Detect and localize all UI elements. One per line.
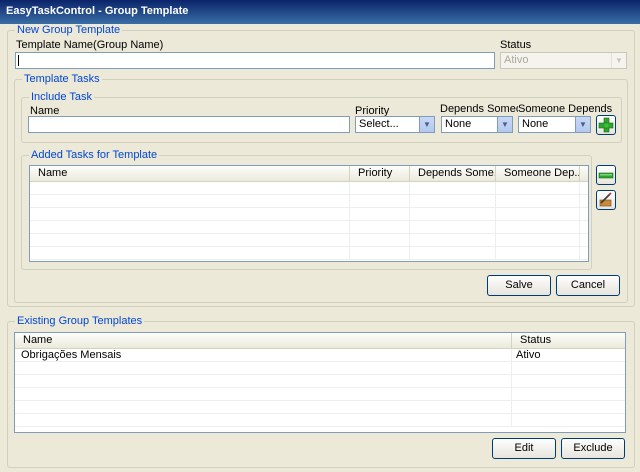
task-name-input[interactable] — [28, 116, 350, 133]
table-row — [30, 195, 588, 208]
table-row — [15, 388, 625, 401]
column-header-someone-depends[interactable]: Someone Dep... — [496, 166, 580, 181]
depends-someone-value: None — [445, 118, 472, 130]
priority-value: Select... — [359, 118, 399, 130]
add-icon — [598, 117, 614, 133]
dropdown-arrow-icon: ▼ — [611, 53, 626, 68]
existing-templates-header: Name Status — [15, 333, 625, 349]
template-tasks-legend: Template Tasks — [22, 73, 102, 85]
edit-button-label: Edit — [514, 442, 534, 454]
cancel-button[interactable]: Cancel — [556, 275, 620, 296]
column-header-status[interactable]: Status — [512, 333, 625, 348]
save-button[interactable]: Salve — [487, 275, 551, 296]
add-task-button[interactable] — [596, 115, 616, 135]
depends-someone-label: Depends Someone — [440, 103, 518, 115]
existing-group-templates-legend: Existing Group Templates — [15, 315, 145, 327]
group-template-window: EasyTaskControl - Group Template New Gro… — [0, 0, 640, 472]
new-group-template-legend: New Group Template — [15, 24, 123, 36]
dropdown-arrow-icon: ▼ — [575, 117, 590, 132]
someone-depends-value: None — [522, 118, 549, 130]
template-name-cell: Obrigações Mensais — [15, 349, 512, 361]
edit-task-button[interactable] — [596, 190, 616, 210]
table-row — [30, 247, 588, 260]
someone-depends-label: Someone Depends — [518, 103, 613, 115]
table-row[interactable]: Obrigações Mensais Ativo — [15, 349, 625, 362]
table-row — [30, 182, 588, 195]
dropdown-arrow-icon: ▼ — [419, 117, 434, 132]
status-dropdown[interactable]: Ativo ▼ — [500, 52, 627, 69]
template-status-cell: Ativo — [512, 349, 625, 361]
table-row — [30, 208, 588, 221]
template-name-label: Template Name(Group Name) — [16, 39, 164, 51]
priority-dropdown[interactable]: Select... ▼ — [355, 116, 435, 133]
table-row — [15, 414, 625, 427]
existing-templates-grid[interactable]: Name Status Obrigações Mensais Ativo — [14, 332, 626, 433]
exclude-button[interactable]: Exclude — [561, 438, 625, 459]
window-title: EasyTaskControl - Group Template — [6, 5, 189, 17]
added-tasks-grid[interactable]: Name Priority Depends Some... Someone De… — [29, 165, 589, 262]
edit-icon — [599, 192, 612, 207]
status-label: Status — [500, 39, 532, 51]
status-value: Ativo — [504, 54, 529, 66]
table-row — [30, 234, 588, 247]
column-header-name[interactable]: Name — [15, 333, 512, 348]
template-name-input[interactable] — [15, 52, 495, 69]
table-row — [30, 221, 588, 234]
title-bar[interactable]: EasyTaskControl - Group Template — [0, 0, 640, 24]
column-header-priority[interactable]: Priority — [350, 166, 410, 181]
remove-task-button[interactable] — [596, 165, 616, 185]
column-header-name[interactable]: Name — [30, 166, 350, 181]
table-row — [15, 375, 625, 388]
save-button-label: Salve — [505, 279, 533, 291]
someone-depends-dropdown[interactable]: None ▼ — [518, 116, 591, 133]
exclude-button-label: Exclude — [573, 442, 613, 454]
remove-icon — [598, 172, 614, 179]
table-row — [15, 362, 625, 375]
depends-someone-dropdown[interactable]: None ▼ — [441, 116, 513, 133]
added-tasks-header: Name Priority Depends Some... Someone De… — [30, 166, 588, 182]
edit-button[interactable]: Edit — [492, 438, 556, 459]
table-row — [15, 401, 625, 414]
dropdown-arrow-icon: ▼ — [497, 117, 512, 132]
column-header-depends-someone[interactable]: Depends Some... — [410, 166, 496, 181]
added-tasks-legend: Added Tasks for Template — [29, 149, 160, 161]
include-task-legend: Include Task — [29, 91, 94, 103]
cancel-button-label: Cancel — [570, 279, 606, 291]
